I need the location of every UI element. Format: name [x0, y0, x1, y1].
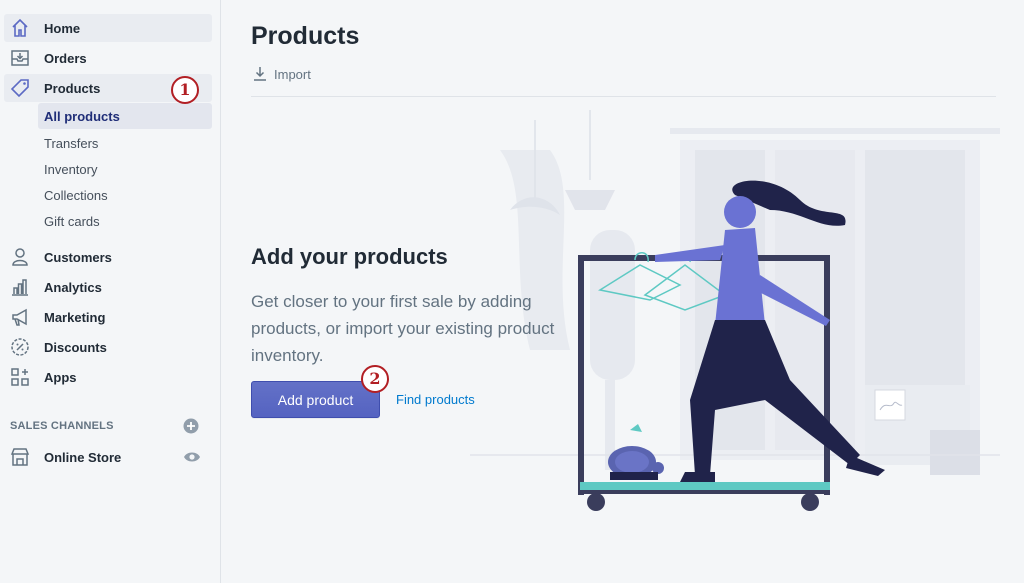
sidebar-item-orders[interactable]: Orders	[4, 44, 212, 72]
megaphone-icon	[10, 307, 30, 327]
sidebar-item-label: Marketing	[44, 310, 106, 325]
add-sales-channel-icon[interactable]	[183, 418, 199, 434]
sidebar-subitem-label: Gift cards	[44, 214, 100, 229]
sidebar-item-label: Discounts	[44, 340, 107, 355]
sidebar-item-marketing[interactable]: Marketing	[4, 303, 212, 331]
sales-channels-heading: SALES CHANNELS	[10, 420, 114, 432]
sidebar-item-home[interactable]: Home	[4, 14, 212, 42]
callout-badge-2: 2	[361, 365, 389, 393]
sidebar-subitem-transfers[interactable]: Transfers	[38, 130, 212, 156]
import-button[interactable]: Import	[252, 64, 311, 84]
find-products-link[interactable]: Find products	[396, 392, 475, 407]
tag-icon	[10, 78, 30, 98]
sidebar-subitem-all-products[interactable]: All products	[38, 103, 212, 129]
callout-badge-1: 1	[171, 76, 199, 104]
discount-icon	[10, 337, 30, 357]
sidebar-item-customers[interactable]: Customers	[4, 243, 212, 271]
download-icon	[252, 66, 268, 82]
add-product-button[interactable]: Add product	[251, 381, 380, 418]
sidebar-item-label: Analytics	[44, 280, 102, 295]
sidebar-subitem-inventory[interactable]: Inventory	[38, 156, 212, 182]
sidebar-item-label: Customers	[44, 250, 112, 265]
apps-icon	[10, 367, 30, 387]
store-icon	[10, 447, 30, 467]
sidebar-item-analytics[interactable]: Analytics	[4, 273, 212, 301]
sidebar-item-label: Orders	[44, 51, 87, 66]
eye-icon[interactable]	[183, 450, 201, 464]
sidebar-subitem-label: Inventory	[44, 162, 98, 177]
import-label: Import	[274, 66, 311, 82]
home-icon	[10, 18, 30, 38]
sidebar-item-label: Online Store	[44, 450, 122, 465]
person-icon	[10, 247, 30, 267]
sidebar-subitem-gift-cards[interactable]: Gift cards	[38, 208, 212, 234]
sidebar-subitem-label: Transfers	[44, 136, 99, 151]
bar-chart-icon	[10, 277, 30, 297]
sidebar-item-label: Products	[44, 81, 101, 96]
orders-icon	[10, 48, 30, 68]
sidebar-item-label: Apps	[44, 370, 77, 385]
sidebar-subitem-collections[interactable]: Collections	[38, 182, 212, 208]
empty-state-description: Get closer to your first sale by adding …	[251, 292, 555, 365]
sidebar-item-discounts[interactable]: Discounts	[4, 333, 212, 361]
sidebar-item-label: Home	[44, 21, 81, 36]
sidebar-item-online-store[interactable]: Online Store	[4, 443, 212, 471]
sidebar-subitem-label: Collections	[44, 188, 108, 203]
page-title: Products	[251, 22, 360, 50]
empty-state-heading: Add your products	[251, 244, 448, 269]
header-divider	[251, 96, 996, 97]
sidebar-subitem-label: All products	[44, 109, 120, 124]
sidebar-item-apps[interactable]: Apps	[4, 363, 212, 391]
